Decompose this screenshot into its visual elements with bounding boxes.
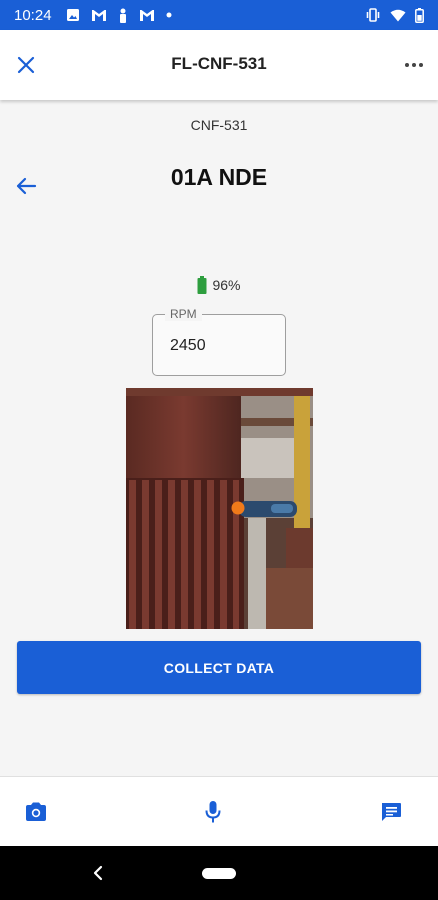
close-button[interactable] xyxy=(12,51,40,79)
message-icon xyxy=(382,803,401,821)
notification-icons xyxy=(66,8,172,23)
microphone-button[interactable] xyxy=(198,797,228,827)
collect-data-button[interactable]: COLLECT DATA xyxy=(17,641,421,694)
camera-button[interactable] xyxy=(21,797,51,827)
more-options-button[interactable] xyxy=(400,51,428,79)
microphone-icon xyxy=(205,801,221,823)
status-time: 10:24 xyxy=(14,6,52,24)
system-navigation-bar xyxy=(0,846,438,900)
page-title: FL-CNF-531 xyxy=(171,54,267,73)
rpm-value[interactable]: 2450 xyxy=(170,337,206,355)
wifi-icon xyxy=(390,9,406,22)
battery-icon xyxy=(415,7,424,23)
sensor-battery: 96% xyxy=(0,276,438,294)
battery-percentage: 96% xyxy=(212,277,241,293)
gmail-icon xyxy=(91,9,107,22)
vibrate-icon xyxy=(365,8,381,22)
camera-icon xyxy=(26,802,46,821)
system-icons xyxy=(365,7,424,23)
more-horiz-icon xyxy=(405,63,423,67)
rpm-input[interactable]: RPM 2450 xyxy=(152,307,286,376)
measurement-point-title: 01A NDE xyxy=(170,164,268,190)
rpm-label: RPM xyxy=(165,307,202,321)
bottom-action-bar xyxy=(0,776,438,846)
battery-level-icon xyxy=(197,276,207,294)
message-button[interactable] xyxy=(376,797,406,827)
machine-photo xyxy=(126,388,313,629)
close-icon xyxy=(17,56,35,74)
nav-back-button[interactable] xyxy=(88,863,108,883)
person-icon xyxy=(118,8,128,23)
nav-home-button[interactable] xyxy=(202,868,236,879)
main-content: CNF-531 01A NDE 96% RPM 2450 COLLECT DAT… xyxy=(0,100,438,776)
status-bar: 10:24 xyxy=(0,0,438,30)
image-icon xyxy=(66,8,80,22)
app-bar: FL-CNF-531 xyxy=(0,30,438,100)
chevron-left-icon xyxy=(93,865,103,881)
asset-subtitle: CNF-531 xyxy=(190,117,248,133)
dot-icon xyxy=(166,12,172,18)
gmail-icon xyxy=(139,9,155,22)
